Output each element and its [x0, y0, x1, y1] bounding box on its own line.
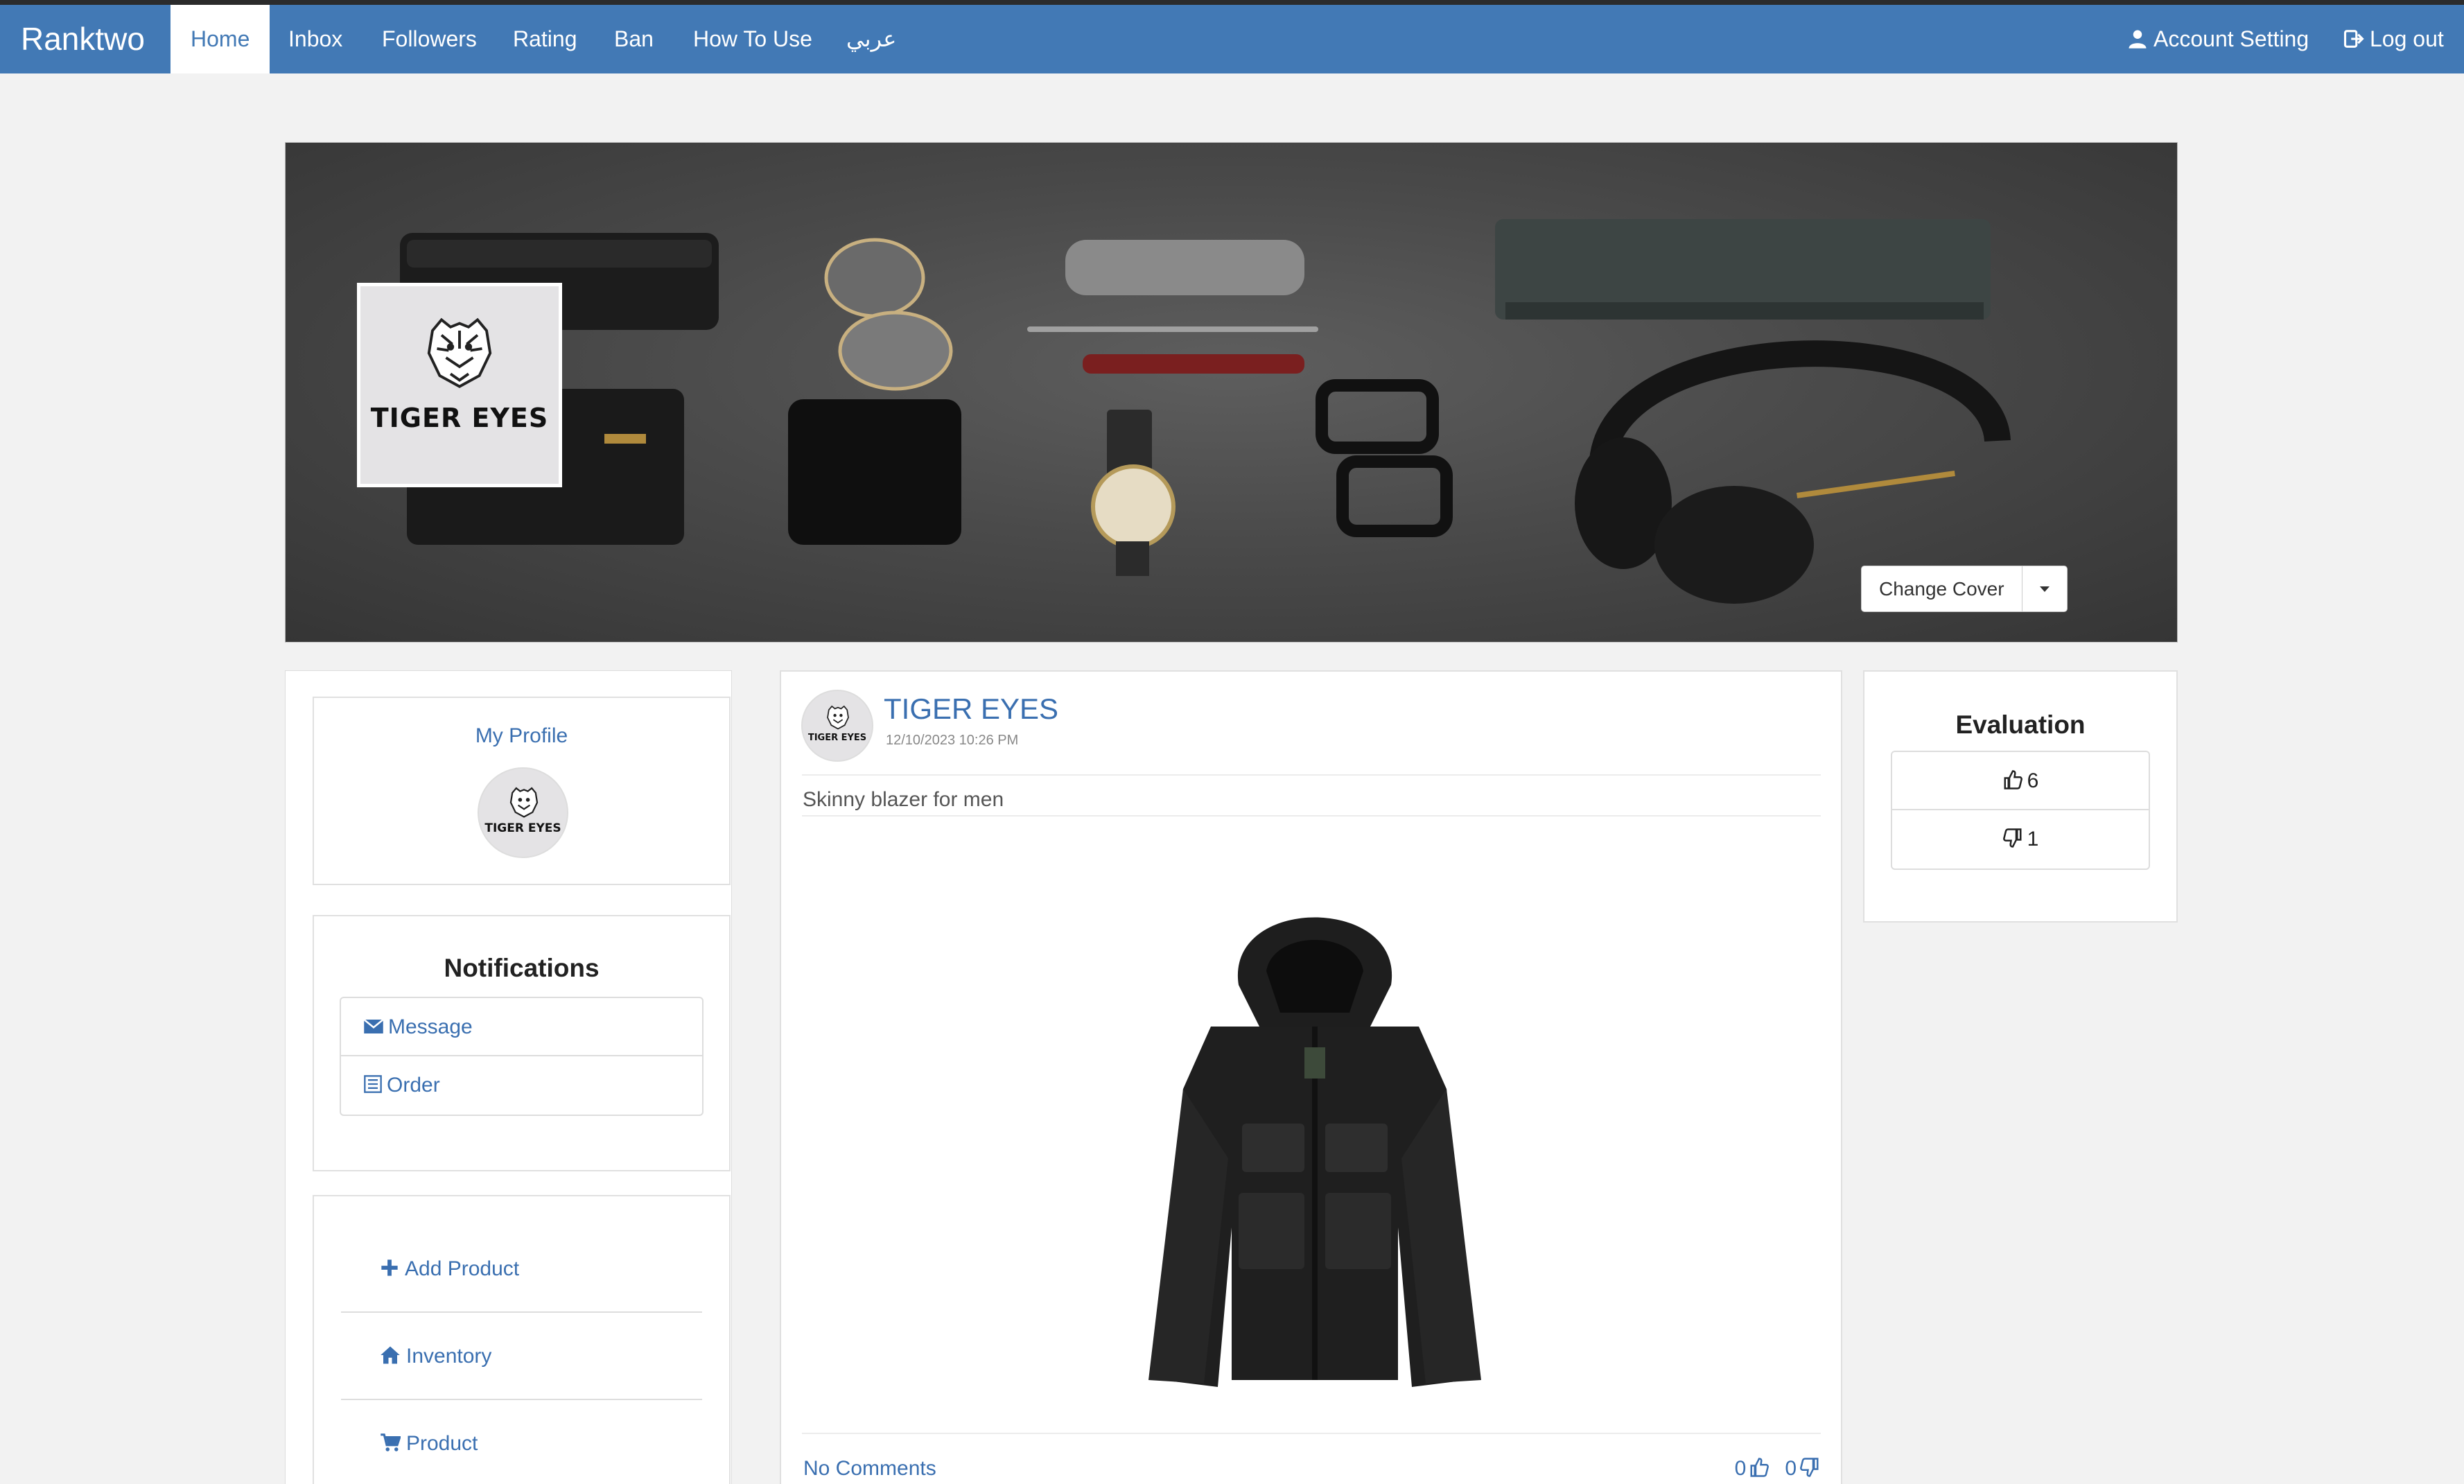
- inventory-row[interactable]: Inventory: [341, 1313, 702, 1400]
- tiger-logo-icon: [509, 787, 539, 818]
- profile-logo-text: TIGER EYES: [370, 403, 549, 433]
- comments-link[interactable]: No Comments: [803, 1457, 936, 1481]
- change-cover-button[interactable]: Change Cover: [1862, 566, 2022, 611]
- product-row[interactable]: Product: [341, 1400, 702, 1484]
- my-profile-panel: My Profile TIGER EYES: [313, 697, 731, 885]
- profile-avatar[interactable]: TIGER EYES: [478, 767, 568, 858]
- evaluation-list: 6 1: [1891, 751, 2150, 870]
- product-image-jacket[interactable]: [1107, 867, 1523, 1408]
- post-card: TIGER EYES TIGER EYES 12/10/2023 10:26 P…: [780, 670, 1842, 1484]
- post-author-name[interactable]: TIGER EYES: [884, 692, 1058, 726]
- nav-inbox[interactable]: Inbox: [268, 5, 362, 73]
- post-text: Skinny blazer for men: [803, 788, 1004, 811]
- plus-icon: [381, 1259, 398, 1276]
- home-icon: [381, 1346, 400, 1364]
- profile-logo[interactable]: TIGER EYES: [357, 283, 562, 487]
- logout-label: Log out: [2370, 26, 2444, 51]
- change-cover-dropdown[interactable]: [2022, 566, 2067, 611]
- notification-order[interactable]: Order: [341, 1056, 702, 1115]
- evaluation-likes[interactable]: 6: [1892, 752, 2149, 810]
- evaluation-dislikes[interactable]: 1: [1892, 810, 2149, 868]
- tiger-logo-icon: [827, 705, 849, 730]
- inventory-link[interactable]: Inventory: [380, 1313, 491, 1400]
- cover-image: TIGER EYES Change Cover: [285, 142, 2178, 643]
- divider: [802, 774, 1821, 776]
- nav-home[interactable]: Home: [171, 5, 270, 73]
- post-author-avatar[interactable]: TIGER EYES: [801, 690, 873, 762]
- evaluation-dislikes-count: 1: [2027, 828, 2039, 850]
- navbar: Ranktwo Home Inbox Followers Rating Ban …: [0, 5, 2464, 73]
- add-product-row[interactable]: Add Product: [341, 1225, 702, 1313]
- top-border: [0, 0, 2464, 5]
- thumbs-down-icon: [1800, 1458, 1819, 1477]
- evaluation-title: Evaluation: [1955, 710, 2086, 739]
- thumbs-up-icon: [2004, 770, 2022, 789]
- add-product-link[interactable]: Add Product: [380, 1225, 519, 1313]
- account-setting-label: Account Setting: [2153, 26, 2309, 51]
- divider: [802, 1433, 1821, 1434]
- message-label: Message: [388, 1015, 473, 1038]
- brand-logo[interactable]: Ranktwo: [21, 5, 145, 73]
- post-timestamp: 12/10/2023 10:26 PM: [886, 733, 1019, 748]
- left-sidebar: My Profile TIGER EYES Notifications Mess…: [285, 670, 732, 1484]
- nav-how-to-use[interactable]: How To Use: [673, 5, 832, 73]
- notifications-panel: Notifications Message Order: [313, 915, 731, 1171]
- nav-ban[interactable]: Ban: [594, 5, 674, 73]
- nav-language-arabic[interactable]: عربي: [826, 5, 916, 73]
- logout-icon: [2343, 30, 2364, 48]
- avatar-text: TIGER EYES: [484, 821, 561, 835]
- post-like-button[interactable]: 0: [1735, 1457, 1770, 1481]
- thumbs-down-icon: [2002, 828, 2022, 848]
- post-dislike-button[interactable]: 0: [1785, 1457, 1820, 1481]
- actions-panel: Add Product Inventory Product: [313, 1195, 731, 1484]
- user-icon: [2129, 30, 2147, 49]
- list-icon: [364, 1075, 382, 1093]
- tiger-logo-icon: [427, 317, 492, 388]
- nav-followers[interactable]: Followers: [362, 5, 497, 73]
- product-label: Product: [406, 1432, 478, 1455]
- envelope-icon: [363, 1019, 384, 1033]
- product-link[interactable]: Product: [380, 1400, 478, 1484]
- order-label: Order: [387, 1074, 440, 1097]
- post-like-count: 0: [1734, 1457, 1747, 1480]
- account-setting-link[interactable]: Account Setting: [2127, 5, 2309, 73]
- post-votes: 0 0: [1735, 1457, 1820, 1481]
- avatar-text: TIGER EYES: [807, 733, 867, 743]
- my-profile-link[interactable]: My Profile: [314, 724, 729, 748]
- thumbs-up-icon: [1750, 1458, 1770, 1477]
- notification-message[interactable]: Message: [341, 998, 702, 1056]
- notifications-title: Notifications: [444, 954, 600, 982]
- notifications-list: Message Order: [340, 997, 704, 1116]
- cart-icon: [381, 1433, 401, 1451]
- caret-down-icon: [2039, 586, 2050, 592]
- divider: [802, 815, 1821, 817]
- post-dislike-count: 0: [1785, 1457, 1797, 1480]
- evaluation-panel: Evaluation 6 1: [1863, 670, 2178, 923]
- evaluation-likes-count: 6: [2027, 769, 2039, 792]
- nav-rating[interactable]: Rating: [493, 5, 597, 73]
- logout-link[interactable]: Log out: [2343, 5, 2444, 73]
- inventory-label: Inventory: [406, 1345, 492, 1368]
- change-cover-button-group: Change Cover: [1861, 566, 2068, 612]
- add-product-label: Add Product: [405, 1257, 520, 1280]
